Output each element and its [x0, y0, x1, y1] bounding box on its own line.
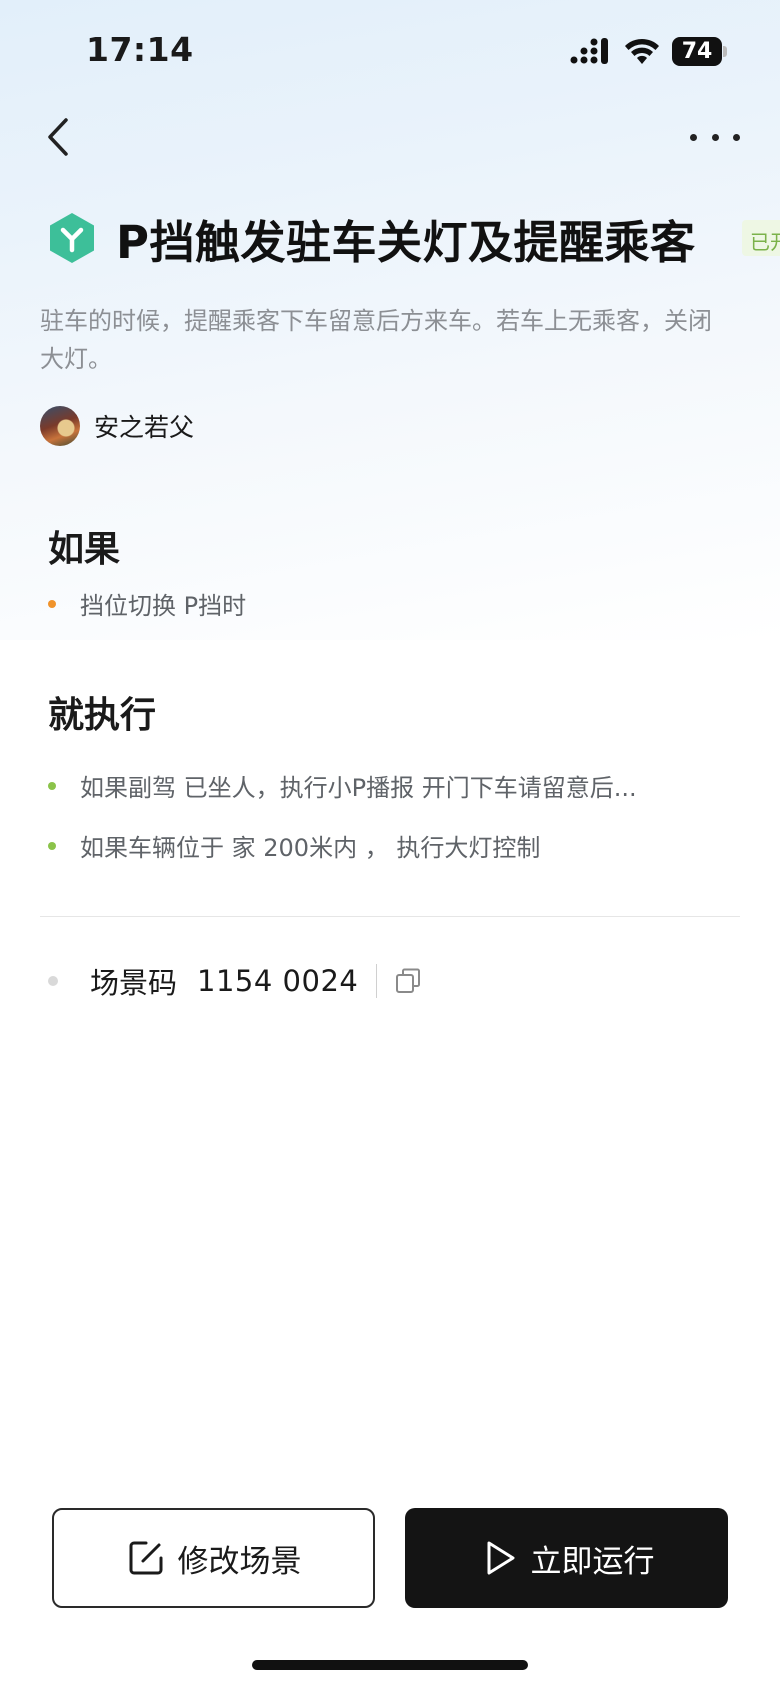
edit-icon — [129, 1541, 162, 1575]
bullet-icon — [48, 841, 56, 850]
run-now-button[interactable]: 立即运行 — [405, 1508, 728, 1608]
author-info[interactable]: 安之若父 — [40, 406, 194, 446]
edit-scene-button[interactable]: 修改场景 — [52, 1508, 375, 1608]
if-section-title: 如果 — [48, 529, 121, 570]
action-item: 如果副驾 已坐人，执行小P播报 开门下车请留意后... — [48, 768, 637, 803]
battery-level: 74 — [672, 37, 722, 66]
scene-description: 驻车的时候，提醒乘客下车留意后方来车。若车上无乘客，关闭大灯。 — [40, 307, 712, 373]
scene-code-row: 场景码 1154 0024 — [48, 960, 421, 1002]
separator — [376, 964, 378, 998]
bullet-icon — [48, 976, 58, 986]
cellular-signal-icon — [570, 38, 608, 64]
page-title: P挡触发驻车关灯及提醒乘客 — [116, 215, 696, 269]
hexagon-scene-icon — [50, 213, 94, 263]
run-now-label: 立即运行 — [530, 1543, 655, 1580]
then-section-title: 就执行 — [48, 695, 157, 736]
status-bar: 17:14 74 — [0, 0, 780, 104]
battery-icon: 74 — [672, 37, 728, 66]
scene-code-value: 1154 0024 — [197, 964, 359, 998]
wifi-icon — [625, 38, 659, 64]
more-horizontal-icon[interactable] — [690, 122, 740, 152]
copy-icon[interactable] — [395, 968, 421, 994]
action-text: 如果副驾 已坐人，执行小P播报 开门下车请留意后... — [80, 774, 637, 802]
play-icon — [487, 1541, 514, 1575]
home-indicator[interactable] — [252, 1660, 528, 1670]
divider — [40, 916, 740, 917]
avatar[interactable] — [40, 406, 80, 446]
scene-title-row: P挡触发驻车关灯及提醒乘客 — [48, 206, 695, 270]
status-badge: 已开 — [742, 220, 780, 256]
condition-text: 挡位切换 P挡时 — [80, 592, 247, 620]
condition-item: 挡位切换 P挡时 — [48, 586, 246, 621]
action-text: 如果车辆位于 家 200米内 ， 执行大灯控制 — [80, 834, 541, 862]
bullet-icon — [48, 599, 56, 608]
bullet-icon — [48, 781, 56, 790]
author-name: 安之若父 — [94, 413, 195, 442]
action-item: 如果车辆位于 家 200米内 ， 执行大灯控制 — [48, 828, 540, 863]
chevron-left-icon[interactable] — [40, 114, 80, 160]
scene-code-label: 场景码 — [90, 966, 178, 1000]
edit-scene-label: 修改场景 — [177, 1543, 302, 1580]
status-time: 17:14 — [86, 30, 194, 69]
